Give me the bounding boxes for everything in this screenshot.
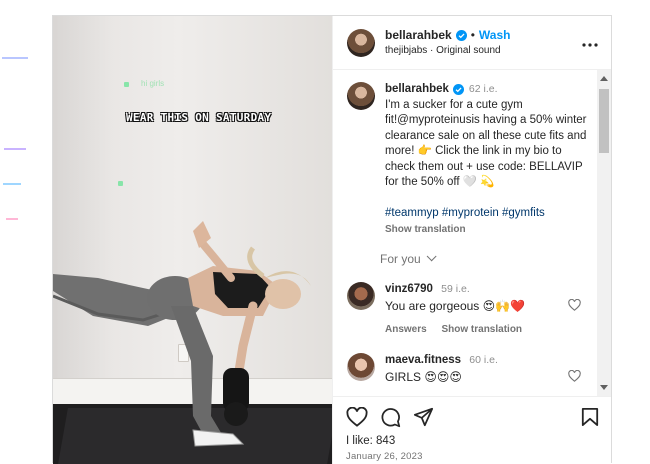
verified-badge-icon <box>452 84 464 96</box>
comment-text: GIRLS 😍😍😍 <box>385 369 462 384</box>
chevron-down-icon <box>426 251 437 262</box>
caption-avatar[interactable] <box>347 82 375 110</box>
post-date[interactable]: January 26, 2023 <box>346 451 599 462</box>
share-send-icon[interactable] <box>413 407 434 427</box>
author-avatar[interactable] <box>347 28 375 57</box>
audio-subtitle[interactable]: thejibjabs · Original sound <box>385 45 581 58</box>
caption-show-translation[interactable]: Show translation <box>385 222 589 238</box>
post-actions: I like: 843 January 26, 2023 <box>333 396 611 464</box>
post-video[interactable]: hi girls WEAR THIS ON SATURDAY <box>53 16 332 464</box>
like-comment-heart-icon[interactable] <box>568 298 581 316</box>
show-translation-link[interactable]: Show translation <box>441 324 522 335</box>
caption-username[interactable]: bellarahbek <box>385 82 449 98</box>
like-count[interactable]: I like: 843 <box>346 435 599 447</box>
post-caption: bellarahbek 62 i.e. I'm a sucker for a c… <box>333 70 611 238</box>
post-header: bellarahbek • Wash thejibjabs · Original… <box>333 16 611 70</box>
verified-badge-icon <box>455 29 467 41</box>
comment-item: vinz6790 59 i.e. You are gorgeous 😍🙌❤️ A… <box>333 281 611 337</box>
answers-link[interactable]: Answers <box>385 324 427 335</box>
separator-dot: • <box>470 27 475 42</box>
athlete-figure <box>53 221 311 447</box>
follow-button[interactable]: Wash <box>479 28 511 43</box>
commenter-username[interactable]: maeva.fitness <box>385 354 461 366</box>
comment-item: maeva.fitness 60 i.e. GIRLS 😍😍😍 <box>333 352 611 387</box>
margin-artifact <box>3 183 21 185</box>
like-comment-heart-icon[interactable] <box>568 369 581 387</box>
for-you-label: For you <box>380 251 421 266</box>
margin-artifact <box>4 148 26 150</box>
comment-text: You are gorgeous 😍🙌❤️ <box>385 298 526 313</box>
post-side-panel: bellarahbek • Wash thejibjabs · Original… <box>332 16 611 464</box>
comment-bubble-icon[interactable] <box>380 407 401 428</box>
commenter-avatar[interactable] <box>347 352 375 381</box>
scroll-down-arrow-icon[interactable] <box>600 385 608 390</box>
commenter-username[interactable]: vinz6790 <box>385 283 433 295</box>
author-info: bellarahbek • Wash thejibjabs · Original… <box>385 28 581 58</box>
comments-list[interactable]: bellarahbek 62 i.e. I'm a sucker for a c… <box>333 70 611 396</box>
caption-hashtags[interactable]: #teammyp #myprotein #gymfits <box>385 206 589 222</box>
margin-artifact <box>6 218 18 220</box>
commenter-avatar[interactable] <box>347 281 375 310</box>
comments-scrollbar[interactable] <box>597 70 611 396</box>
like-heart-icon[interactable] <box>346 407 368 427</box>
comment-time[interactable]: 59 i.e. <box>441 283 470 295</box>
post-modal: hi girls WEAR THIS ON SATURDAY bellarahb… <box>52 15 612 464</box>
scroll-up-arrow-icon[interactable] <box>600 76 608 81</box>
more-options-icon[interactable] <box>581 34 599 52</box>
author-username[interactable]: bellarahbek <box>385 28 452 43</box>
save-bookmark-icon[interactable] <box>581 407 599 427</box>
comment-time[interactable]: 60 i.e. <box>469 354 498 366</box>
margin-artifact <box>2 57 28 59</box>
scrollbar-thumb[interactable] <box>599 89 609 153</box>
caption-text: I'm a sucker for a cute gym fit!@myprote… <box>385 98 590 189</box>
for-you-sort[interactable]: For you <box>380 251 611 266</box>
caption-time[interactable]: 62 i.e. <box>469 82 498 98</box>
